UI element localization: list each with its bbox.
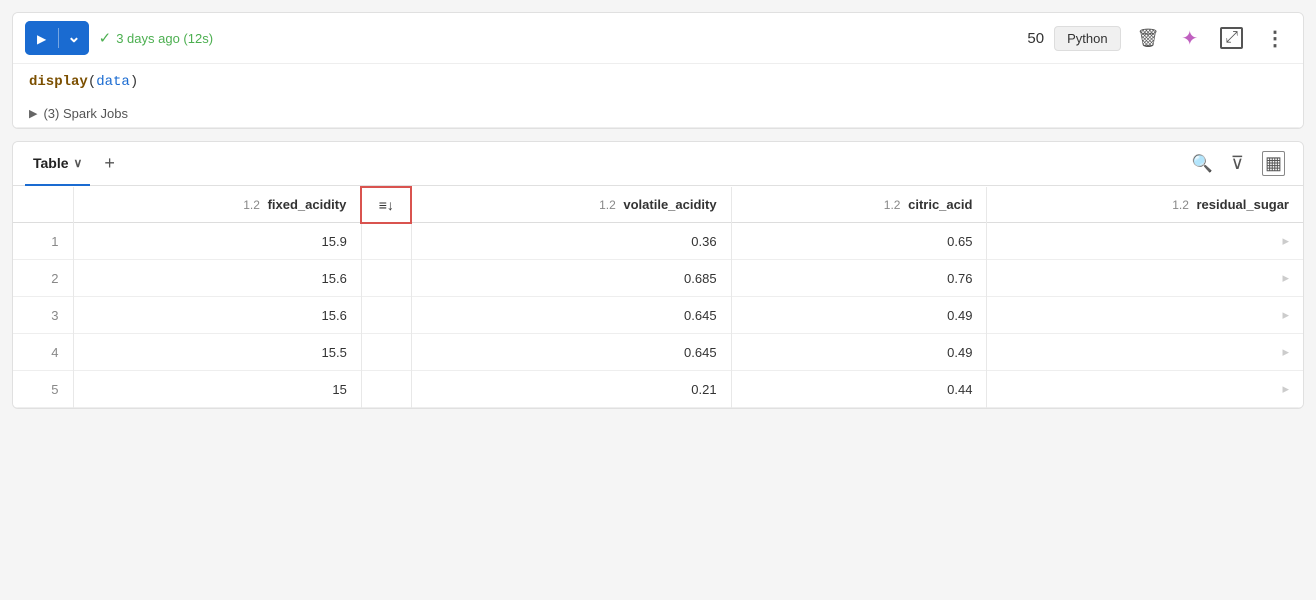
add-tab-button[interactable]: + xyxy=(98,153,121,174)
code-function: display xyxy=(29,74,88,90)
cell-rownum: 5 xyxy=(13,371,73,408)
cell-rownum: 1 xyxy=(13,223,73,260)
table-header-row: 1.2 fixed_acidity ≡↓ 1.2 volatile_acidit… xyxy=(13,187,1303,223)
columns-button[interactable]: ▦ xyxy=(1256,147,1291,180)
spark-arrow-icon: ▶ xyxy=(29,107,37,120)
col-header-volatile-acidity: 1.2 volatile_acidity xyxy=(411,187,731,223)
cell-residual-sugar: ▸ xyxy=(987,260,1303,297)
cell-volatile-acidity: 0.21 xyxy=(411,371,731,408)
col-type-residual-sugar: 1.2 xyxy=(1172,198,1189,212)
cell-residual-sugar: ▸ xyxy=(987,371,1303,408)
code-paren-open: ( xyxy=(88,74,96,90)
chevron-down-icon xyxy=(67,30,80,46)
play-icon xyxy=(37,31,46,46)
status-check-icon: ✓ xyxy=(99,29,112,47)
col-label-citric-acid: citric_acid xyxy=(908,197,972,212)
col-header-citric-acid: 1.2 citric_acid xyxy=(731,187,987,223)
columns-icon: ▦ xyxy=(1262,151,1285,176)
table-row: 5 15 0.21 0.44 ▸ xyxy=(13,371,1303,408)
table-row: 2 15.6 0.685 0.76 ▸ xyxy=(13,260,1303,297)
cell-fixed-acidity: 15.6 xyxy=(73,260,361,297)
cell-volatile-acidity: 0.645 xyxy=(411,297,731,334)
table-row: 3 15.6 0.645 0.49 ▸ xyxy=(13,297,1303,334)
language-label: Python xyxy=(1067,31,1107,46)
expand-button[interactable]: ⤢ xyxy=(1214,23,1249,53)
output-panel: Table ∨ + 🔍 ⊽ ▦ 1.2 fixe xyxy=(12,141,1304,409)
cell-residual-sugar: ▸ xyxy=(987,297,1303,334)
cell-sort-placeholder xyxy=(361,223,411,260)
run-button[interactable] xyxy=(25,21,58,55)
more-icon: ⋮ xyxy=(1265,26,1285,51)
cell-residual-sugar: ▸ xyxy=(987,223,1303,260)
cell-rownum: 4 xyxy=(13,334,73,371)
run-btn-group xyxy=(25,21,89,55)
cell-rownum: 2 xyxy=(13,260,73,297)
tab-table[interactable]: Table ∨ xyxy=(25,142,90,186)
output-action-buttons: 🔍 ⊽ ▦ xyxy=(1186,147,1291,180)
spark-jobs-row[interactable]: ▶ (3) Spark Jobs xyxy=(13,100,1303,128)
col-type-volatile-acidity: 1.2 xyxy=(599,198,616,212)
data-table: 1.2 fixed_acidity ≡↓ 1.2 volatile_acidit… xyxy=(13,186,1303,408)
tab-label: Table xyxy=(33,155,69,171)
table-row: 1 15.9 0.36 0.65 ▸ xyxy=(13,223,1303,260)
cell-citric-acid: 0.76 xyxy=(731,260,987,297)
spark-jobs-label: (3) Spark Jobs xyxy=(43,106,128,121)
delete-icon: 🗑 xyxy=(1137,28,1160,49)
more-options-button[interactable]: ⋮ xyxy=(1259,22,1291,55)
code-argument: data xyxy=(96,74,130,90)
cell-sort-placeholder xyxy=(361,371,411,408)
cell-volatile-acidity: 0.36 xyxy=(411,223,731,260)
cell-residual-sugar: ▸ xyxy=(987,334,1303,371)
col-type-fixed-acidity: 1.2 xyxy=(243,198,260,212)
filter-button[interactable]: ⊽ xyxy=(1225,149,1250,178)
cell-fixed-acidity: 15.9 xyxy=(73,223,361,260)
cell-fixed-acidity: 15 xyxy=(73,371,361,408)
cell-toolbar: ✓ 3 days ago (12s) 50 Python 🗑 ✦ ⤢ ⋮ xyxy=(13,13,1303,64)
cell-rownum: 3 xyxy=(13,297,73,334)
language-selector[interactable]: Python xyxy=(1054,26,1120,51)
sort-button-header[interactable]: ≡↓ xyxy=(361,187,411,223)
output-tabs-bar: Table ∨ + 🔍 ⊽ ▦ xyxy=(13,142,1303,186)
sparkle-icon: ✦ xyxy=(1181,26,1198,51)
cell-fixed-acidity: 15.5 xyxy=(73,334,361,371)
cell-citric-acid: 0.49 xyxy=(731,297,987,334)
cell-citric-acid: 0.49 xyxy=(731,334,987,371)
col-header-fixed-acidity: 1.2 fixed_acidity xyxy=(73,187,361,223)
search-icon: 🔍 xyxy=(1192,154,1213,174)
table-body: 1 15.9 0.36 0.65 ▸ 2 15.6 0.685 0.76 ▸ 3… xyxy=(13,223,1303,408)
cell-code: display(data) xyxy=(13,64,1303,100)
delete-cell-button[interactable]: 🗑 xyxy=(1131,24,1166,53)
col-header-residual-sugar: 1.2 residual_sugar xyxy=(987,187,1303,223)
cell-sort-placeholder xyxy=(361,297,411,334)
run-chevron-button[interactable] xyxy=(59,21,88,55)
tab-chevron-icon: ∨ xyxy=(74,156,83,170)
col-label-volatile-acidity: volatile_acidity xyxy=(623,197,716,212)
cell-sort-placeholder xyxy=(361,260,411,297)
col-header-rownum xyxy=(13,187,73,223)
status-time-text: 3 days ago (12s) xyxy=(116,31,213,46)
col-label-residual-sugar: residual_sugar xyxy=(1197,197,1290,212)
ai-assist-button[interactable]: ✦ xyxy=(1175,22,1204,55)
cell-volatile-acidity: 0.645 xyxy=(411,334,731,371)
cell-citric-acid: 0.65 xyxy=(731,223,987,260)
cell-volatile-acidity: 0.685 xyxy=(411,260,731,297)
code-paren-close: ) xyxy=(130,74,138,90)
col-type-citric-acid: 1.2 xyxy=(884,198,901,212)
execution-status: ✓ 3 days ago (12s) xyxy=(99,29,213,47)
sort-icon: ≡↓ xyxy=(379,197,394,213)
data-table-wrapper: 1.2 fixed_acidity ≡↓ 1.2 volatile_acidit… xyxy=(13,186,1303,408)
cell-sort-placeholder xyxy=(361,334,411,371)
notebook-cell: ✓ 3 days ago (12s) 50 Python 🗑 ✦ ⤢ ⋮ dis… xyxy=(12,12,1304,129)
row-count-text: 50 xyxy=(1027,30,1044,47)
col-label-fixed-acidity: fixed_acidity xyxy=(268,197,347,212)
expand-icon: ⤢ xyxy=(1220,27,1243,49)
filter-icon: ⊽ xyxy=(1231,153,1244,174)
search-button[interactable]: 🔍 xyxy=(1186,150,1219,178)
cell-fixed-acidity: 15.6 xyxy=(73,297,361,334)
table-row: 4 15.5 0.645 0.49 ▸ xyxy=(13,334,1303,371)
cell-citric-acid: 0.44 xyxy=(731,371,987,408)
